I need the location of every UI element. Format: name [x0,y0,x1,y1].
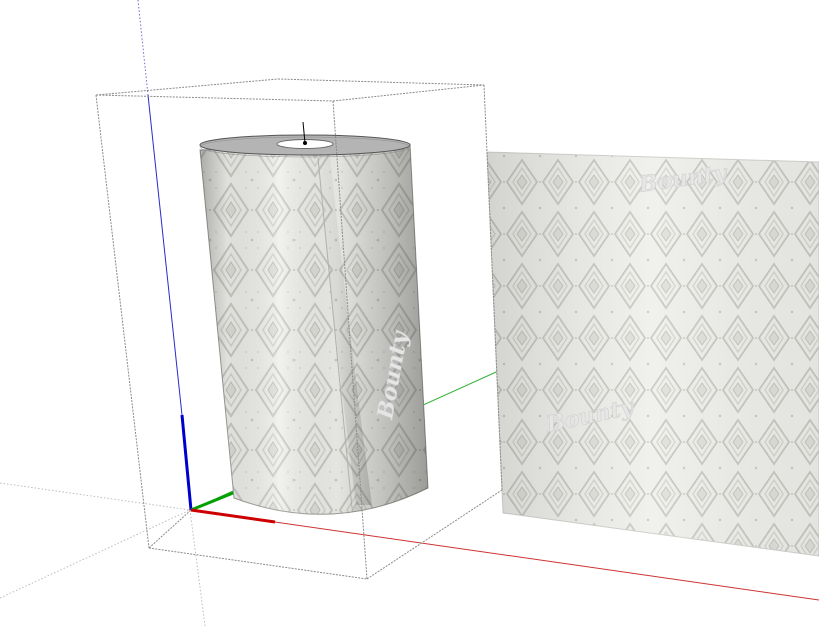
x-axis-solid [190,508,276,524]
ground-guides [0,0,206,626]
z-axis-line [147,94,183,416]
3d-modeling-viewport[interactable]: Bounty Bounty Bounty [0,0,819,626]
paper-towel-roll[interactable]: Bounty [199,134,429,515]
box-bottom-left [148,547,368,580]
z-axis-solid [180,414,193,511]
guide-line-left [0,509,191,599]
guide-line-up [137,0,149,96]
selection-box-back [95,78,485,102]
paper-towel-sheet[interactable]: Bounty Bounty [486,151,819,557]
guide-line-back [0,482,191,511]
box-bottom-back [148,509,192,549]
guide-line-down [189,509,206,626]
inference-point [303,141,307,145]
box-left-front-vertical [95,94,150,549]
scene-canvas[interactable]: Bounty Bounty Bounty [0,0,819,626]
y-axis-solid [190,489,239,512]
